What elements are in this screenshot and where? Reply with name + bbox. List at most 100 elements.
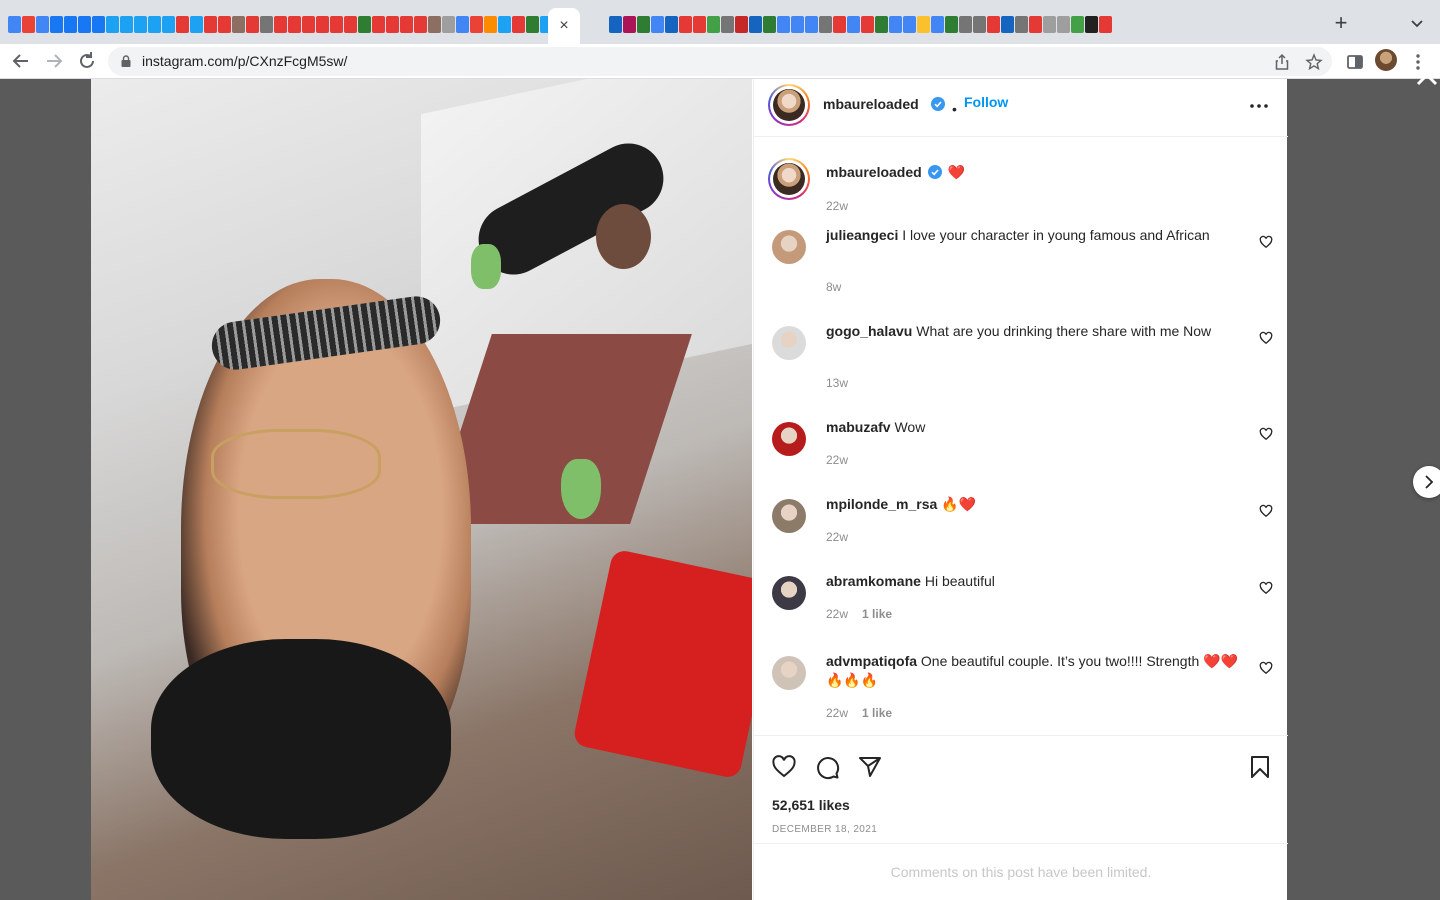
tab-favicon[interactable] [931,16,944,33]
tab-favicon[interactable] [134,16,147,33]
tab-favicon[interactable] [763,16,776,33]
comment-likes[interactable]: 1 like [862,706,892,720]
tab-favicon[interactable] [707,16,720,33]
chevron-down-icon[interactable] [1408,14,1426,32]
active-tab[interactable]: × [548,8,580,44]
tab-favicon[interactable] [833,16,846,33]
comment-like-heart-icon[interactable] [1259,235,1273,249]
tab-favicon[interactable] [120,16,133,33]
comment-age[interactable]: 22w [826,453,848,467]
tab-favicon[interactable] [917,16,930,33]
tab-favicon[interactable] [959,16,972,33]
tab-favicon[interactable] [428,16,441,33]
like-heart-icon[interactable] [771,754,797,780]
tab-favicon[interactable] [777,16,790,33]
tab-favicon[interactable] [623,16,636,33]
comment-like-heart-icon[interactable] [1259,504,1273,518]
tab-favicon[interactable] [78,16,91,33]
tab-favicon[interactable] [260,16,273,33]
tab-favicon[interactable] [92,16,105,33]
tab-favicon[interactable] [791,16,804,33]
comment-icon[interactable] [814,754,840,780]
tab-favicon[interactable] [358,16,371,33]
next-post-button[interactable] [1413,466,1440,498]
tab-favicon[interactable] [987,16,1000,33]
tab-favicon[interactable] [386,16,399,33]
tab-favicon[interactable] [1085,16,1098,33]
tab-favicons[interactable] [8,16,1318,34]
tab-favicon[interactable] [302,16,315,33]
tab-favicon[interactable] [316,16,329,33]
comment-avatar[interactable] [772,422,806,456]
forward-icon[interactable] [43,50,65,72]
tab-favicon[interactable] [400,16,413,33]
comment-avatar[interactable] [772,656,806,690]
comment-meta[interactable]: 13w [826,376,848,390]
comment-username[interactable]: mabuzafv [826,419,891,435]
tab-favicon[interactable] [288,16,301,33]
tab-favicon[interactable] [50,16,63,33]
post-photo[interactable] [91,79,752,900]
follow-button[interactable]: Follow [964,94,1008,110]
extensions-icon[interactable] [1345,52,1365,72]
tab-favicon[interactable] [218,16,231,33]
comment-username[interactable]: advmpatiqofa [826,653,917,669]
comment-avatar[interactable] [772,326,806,360]
tab-favicon[interactable] [651,16,664,33]
tab-favicon[interactable] [106,16,119,33]
reload-icon[interactable] [76,50,98,72]
comment-age[interactable]: 22w [826,706,848,720]
comment-meta[interactable]: 22w 1 like [826,706,892,720]
tab-favicon[interactable] [498,16,511,33]
tab-favicon[interactable] [679,16,692,33]
tab-favicon[interactable] [665,16,678,33]
tab-favicon[interactable] [1015,16,1028,33]
tab-favicon[interactable] [1029,16,1042,33]
comment-avatar[interactable] [772,576,806,610]
tab-favicon[interactable] [861,16,874,33]
menu-dots-icon[interactable] [1408,52,1428,72]
comment-username[interactable]: abramkomane [826,573,921,589]
comments-list[interactable]: mbaureloaded ❤️ 22w julieangeci I love y… [754,138,1288,734]
tab-favicon[interactable] [889,16,902,33]
tab-favicon[interactable] [456,16,469,33]
back-icon[interactable] [10,50,32,72]
comment-age[interactable]: 22w [826,607,848,621]
share-icon[interactable] [1273,53,1291,71]
author-username[interactable]: mbaureloaded [823,96,919,112]
comment-like-heart-icon[interactable] [1259,331,1273,345]
address-bar[interactable]: instagram.com/p/CXnzFcgM5sw/ [108,47,1332,76]
tab-favicon[interactable] [693,16,706,33]
tab-favicon[interactable] [1071,16,1084,33]
tab-favicon[interactable] [372,16,385,33]
author-avatar[interactable] [768,84,810,126]
comment-avatar[interactable] [772,230,806,264]
close-icon[interactable] [1414,70,1440,96]
tab-favicon[interactable] [162,16,175,33]
tab-favicon[interactable] [721,16,734,33]
url-text[interactable]: instagram.com/p/CXnzFcgM5sw/ [142,53,347,69]
close-tab-icon[interactable]: × [559,17,568,35]
likes-count[interactable]: 52,651 likes [772,797,850,813]
tab-favicon[interactable] [819,16,832,33]
tab-favicon[interactable] [805,16,818,33]
post-date[interactable]: DECEMBER 18, 2021 [772,824,877,835]
comment-avatar[interactable] [772,499,806,533]
tab-favicon[interactable] [735,16,748,33]
share-direct-icon[interactable] [857,754,883,780]
tab-favicon[interactable] [484,16,497,33]
save-bookmark-icon[interactable] [1247,754,1273,780]
comment-meta[interactable]: 8w [826,280,841,294]
tab-favicon[interactable] [232,16,245,33]
profile-avatar[interactable] [1375,49,1397,71]
tab-favicon[interactable] [442,16,455,33]
new-tab-button[interactable]: + [1330,12,1352,34]
tab-favicon[interactable] [330,16,343,33]
comment-meta[interactable]: 22w 1 like [826,607,892,621]
tab-favicon[interactable] [637,16,650,33]
caption-avatar[interactable] [768,158,810,200]
tab-favicon[interactable] [64,16,77,33]
bookmark-star-icon[interactable] [1305,53,1323,71]
tab-favicon[interactable] [749,16,762,33]
more-options-icon[interactable] [1249,103,1269,109]
